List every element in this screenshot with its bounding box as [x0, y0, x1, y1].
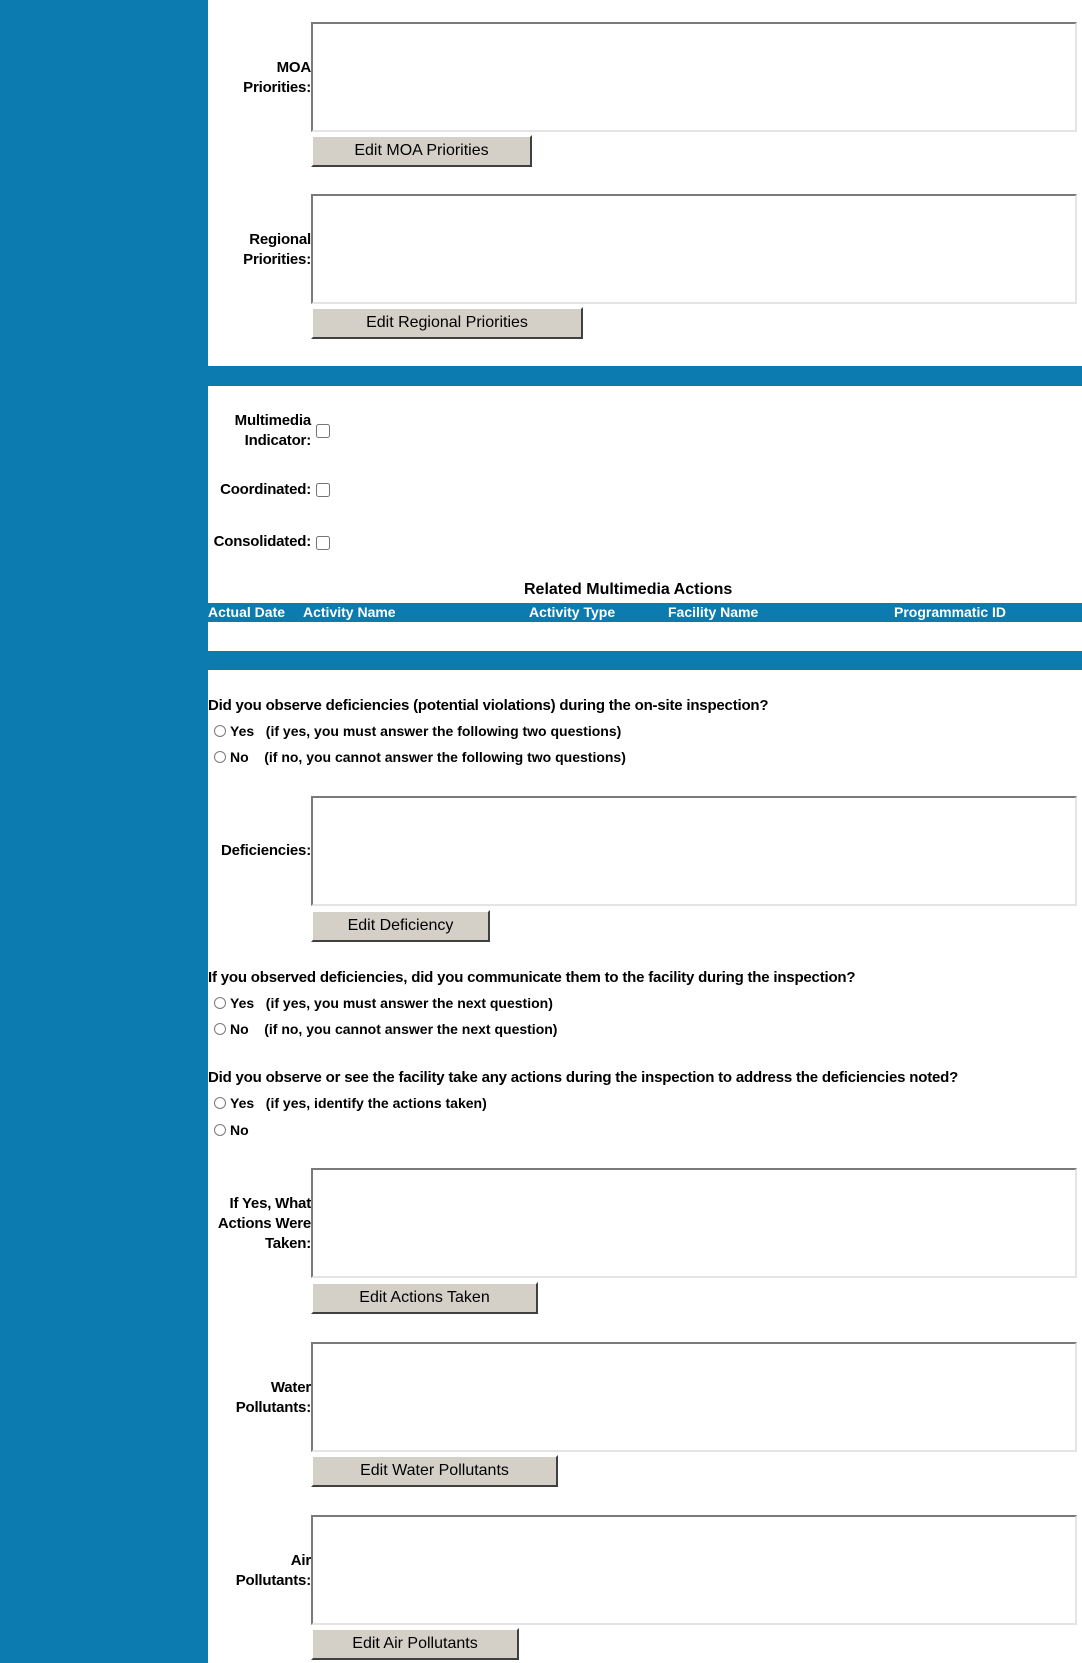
- edit-air-pollutants-button[interactable]: Edit Air Pollutants: [311, 1628, 519, 1660]
- radio-button[interactable]: [214, 1023, 226, 1035]
- consolidated-checkbox[interactable]: [316, 536, 330, 550]
- actions-taken-textarea[interactable]: [311, 1168, 1077, 1278]
- edit-deficiency-button[interactable]: Edit Deficiency: [311, 910, 490, 942]
- question-deficiencies-observed: Did you observe deficiencies (potential …: [208, 697, 769, 714]
- radio-label: No (if no, you cannot answer the followi…: [230, 749, 626, 765]
- radio-button[interactable]: [214, 751, 226, 763]
- radio-option-no[interactable]: No (if no, you cannot answer the next qu…: [214, 1019, 557, 1039]
- regional-priorities-textarea[interactable]: [311, 194, 1077, 304]
- consolidated-label: Consolidated:: [213, 533, 312, 550]
- section-divider: [208, 651, 1082, 670]
- multimedia-indicator-checkbox[interactable]: [316, 424, 330, 438]
- edit-moa-priorities-button[interactable]: Edit MOA Priorities: [311, 135, 532, 167]
- column-header-programmatic-id: Programmatic ID: [894, 604, 1007, 620]
- question-facility-actions: Did you observe or see the facility take…: [208, 1069, 959, 1086]
- air-pollutants-textarea[interactable]: [311, 1515, 1077, 1625]
- moa-priorities-textarea[interactable]: [311, 22, 1077, 132]
- moa-priorities-label: MOA Priorities:: [243, 59, 311, 96]
- radio-label: Yes (if yes, identify the actions taken): [230, 1095, 487, 1111]
- deficiencies-label: Deficiencies:: [221, 842, 311, 859]
- section-divider: [208, 366, 1082, 386]
- regional-priorities-label: Regional Priorities:: [243, 231, 311, 268]
- radio-option-yes[interactable]: Yes (if yes, you must answer the followi…: [214, 721, 621, 741]
- air-pollutants-label: Air Pollutants:: [235, 1552, 312, 1589]
- column-header-activity-type: Activity Type: [529, 604, 616, 620]
- actions-taken-label: If Yes, What Actions Were Taken:: [217, 1195, 311, 1252]
- radio-button[interactable]: [214, 1097, 226, 1109]
- edit-regional-priorities-button[interactable]: Edit Regional Priorities: [311, 307, 583, 339]
- water-pollutants-textarea[interactable]: [311, 1342, 1077, 1452]
- radio-label: No: [230, 1122, 249, 1138]
- edit-water-pollutants-button[interactable]: Edit Water Pollutants: [311, 1455, 558, 1487]
- radio-label: Yes (if yes, you must answer the next qu…: [230, 995, 553, 1011]
- radio-button[interactable]: [214, 725, 226, 737]
- coordinated-label: Coordinated:: [220, 481, 311, 498]
- radio-option-yes[interactable]: Yes (if yes, you must answer the next qu…: [214, 993, 553, 1013]
- multimedia-indicator-label: Multimedia Indicator:: [234, 412, 312, 449]
- radio-option-yes[interactable]: Yes (if yes, identify the actions taken): [214, 1093, 487, 1113]
- radio-option-no[interactable]: No: [214, 1120, 249, 1140]
- radio-option-no[interactable]: No (if no, you cannot answer the followi…: [214, 747, 626, 767]
- water-pollutants-label: Water Pollutants:: [235, 1379, 312, 1416]
- related-actions-caption: Related Multimedia Actions: [524, 581, 733, 598]
- column-header-facility-name: Facility Name: [668, 604, 759, 620]
- radio-button[interactable]: [214, 1124, 226, 1136]
- radio-label: No (if no, you cannot answer the next qu…: [230, 1021, 558, 1037]
- coordinated-checkbox[interactable]: [316, 483, 330, 497]
- question-deficiencies-communicated: If you observed deficiencies, did you co…: [208, 969, 856, 986]
- left-sidebar: [0, 0, 208, 1663]
- radio-button[interactable]: [214, 997, 226, 1009]
- deficiencies-textarea[interactable]: [311, 796, 1077, 906]
- column-header-actual-date: Actual Date: [208, 604, 286, 620]
- column-header-activity-name: Activity Name: [303, 604, 396, 620]
- edit-actions-taken-button[interactable]: Edit Actions Taken: [311, 1282, 538, 1314]
- radio-label: Yes (if yes, you must answer the followi…: [230, 723, 622, 739]
